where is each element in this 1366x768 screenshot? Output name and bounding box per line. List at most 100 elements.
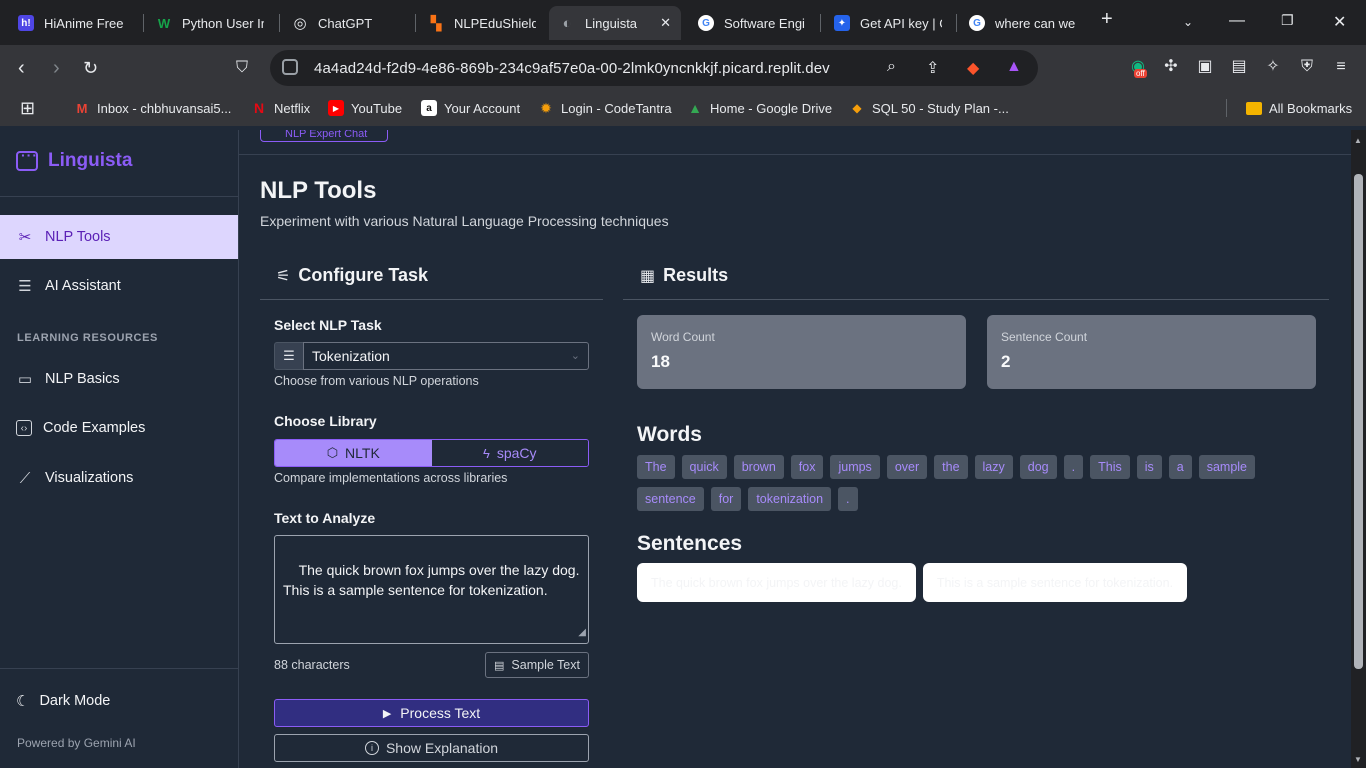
process-text-button[interactable]: ▶ Process Text <box>274 699 589 727</box>
page-subtitle: Experiment with various Natural Language… <box>260 213 669 229</box>
info-icon: i <box>364 741 379 755</box>
browser-tab[interactable]: W Python User In <box>146 6 274 40</box>
new-tab-icon[interactable]: + <box>1101 8 1113 31</box>
browser-tab[interactable]: h! HiAnime Free <box>8 6 138 40</box>
stat-value: 18 <box>651 352 670 371</box>
chart-icon: ⟋ <box>19 469 31 487</box>
text-input[interactable]: The quick brown fox jumps over the lazy … <box>274 535 589 644</box>
close-tab-icon[interactable]: ✕ <box>652 15 671 31</box>
cube-icon: ⬡ <box>326 445 339 460</box>
resize-grip-icon[interactable]: ◢ <box>578 623 586 643</box>
library-nltk-button[interactable]: ⬡ NLTK <box>275 440 432 466</box>
bookmark-item[interactable]: a Your Account <box>421 98 520 118</box>
scroll-up-icon[interactable]: ▲ <box>1354 136 1362 145</box>
forward-icon[interactable]: › <box>53 55 60 81</box>
tab-title: NLPEduShield <box>454 15 536 31</box>
dark-mode-label: Dark Mode <box>39 693 111 709</box>
bookmark-item[interactable]: ◆ SQL 50 - Study Plan -... <box>849 98 1008 118</box>
browser-tab[interactable]: G where can we <box>959 6 1087 40</box>
bookmark-item[interactable]: ▲ Home - Google Drive <box>687 98 832 118</box>
tab-title: HiAnime Free <box>44 15 124 31</box>
google-favicon-icon: G <box>969 15 985 31</box>
reload-icon[interactable]: ↻ <box>83 55 98 81</box>
leo-ai-icon[interactable]: ✧ <box>1262 56 1284 78</box>
scrollbar-thumb[interactable] <box>1354 174 1363 669</box>
section-label: LEARNING RESOURCES <box>17 332 158 344</box>
sidebar-item-code-examples[interactable]: ‹› Code Examples <box>0 406 238 450</box>
bookmark-label: Netflix <box>274 100 311 116</box>
library-toggle: ⬡ NLTK ϟ spaCy <box>274 439 589 467</box>
heading-text: Results <box>663 265 729 285</box>
nlp-expert-chat-button[interactable]: NLP Expert Chat <box>260 130 388 142</box>
brave-shield-icon[interactable]: ◆ <box>967 58 979 78</box>
sidebar-item-nlp-tools[interactable]: ✂ NLP Tools <box>0 215 238 259</box>
extensions-puzzle-icon[interactable]: ✣ <box>1160 56 1182 78</box>
zoom-icon[interactable]: ⌕ <box>887 58 896 76</box>
brave-rewards-icon[interactable]: ▲ <box>1006 58 1022 76</box>
chevron-down-icon: ⌄ <box>570 350 580 362</box>
words-title: Words <box>637 423 702 446</box>
main-content: NLP Expert Chat NLP Tools Experiment wit… <box>239 130 1351 768</box>
all-bookmarks-folder[interactable]: All Bookmarks <box>1246 98 1352 118</box>
bookmark-label: Login - CodeTantra <box>561 100 672 116</box>
text-to-analyze-label: Text to Analyze <box>274 510 376 526</box>
back-icon[interactable]: ‹ <box>18 55 25 81</box>
bookmark-star-icon[interactable]: ⛉ <box>236 55 248 81</box>
bookmark-item[interactable]: N Netflix <box>251 98 310 118</box>
tab-search-chevron-icon[interactable]: ⌄ <box>1183 15 1193 29</box>
restore-icon[interactable]: ❐ <box>1281 12 1294 29</box>
moon-icon: ☾ <box>16 693 30 710</box>
sidebar-icon[interactable]: ▣ <box>1194 56 1216 78</box>
extension-badge: off <box>1134 69 1147 78</box>
browser-tab[interactable]: ✦ Get API key | G <box>824 6 952 40</box>
show-explanation-button[interactable]: i Show Explanation <box>274 734 589 762</box>
tab-title: Get API key | G <box>860 15 942 31</box>
stat-label: Word Count <box>651 330 715 344</box>
scroll-down-icon[interactable]: ▼ <box>1354 755 1362 764</box>
word-token: jumps <box>830 455 880 479</box>
site-settings-icon[interactable] <box>282 59 298 75</box>
app-sidebar: Linguista ✂ NLP Tools ☰ AI Assistant LEA… <box>0 130 239 768</box>
share-icon[interactable]: ⇪ <box>926 58 939 78</box>
sidebar-item-ai-assistant[interactable]: ☰ AI Assistant <box>0 264 238 308</box>
sidebar-item-visualizations[interactable]: ⟋ Visualizations <box>0 456 238 500</box>
stat-value: 2 <box>1001 352 1011 371</box>
library-spacy-button[interactable]: ϟ spaCy <box>431 440 588 466</box>
word-token: This <box>1090 455 1130 479</box>
bookmark-item[interactable]: ▶ YouTube <box>328 98 402 118</box>
browser-tab[interactable]: G Software Engi <box>688 6 816 40</box>
bookmark-item[interactable]: ✹ Login - CodeTantra <box>538 98 672 118</box>
leetcode-icon: ◆ <box>852 101 862 115</box>
hianime-favicon-icon: h! <box>18 15 34 31</box>
bookmark-label: Your Account <box>444 100 521 116</box>
close-window-icon[interactable]: ✕ <box>1333 12 1346 32</box>
browser-tab[interactable]: ▚ NLPEduShield <box>418 6 546 40</box>
brand[interactable]: Linguista <box>16 147 133 172</box>
browser-toolbar: ‹ › ↻ ⛉ 4a4ad24d-f2d9-4e86-869b-234c9af5… <box>0 45 1366 91</box>
brand-name: Linguista <box>48 150 133 171</box>
select-task-label: Select NLP Task <box>274 317 382 333</box>
task-select-value[interactable]: Tokenization ⌄ <box>303 342 589 370</box>
menu-icon[interactable]: ≡ <box>1330 56 1352 78</box>
url-text[interactable]: 4a4ad24d-f2d9-4e86-869b-234c9af57e0a-00-… <box>314 60 830 77</box>
bookmark-item[interactable]: M Inbox - chbhuvansai5... <box>74 98 232 118</box>
dark-mode-toggle[interactable]: ☾ Dark Mode <box>16 692 110 710</box>
vpn-shield-icon[interactable]: ⛨ <box>1296 56 1318 78</box>
minimize-icon[interactable]: — <box>1229 12 1245 30</box>
bookmark-label: Inbox - chbhuvansai5... <box>97 100 232 116</box>
sentence-token: This is a sample sentence for tokenizati… <box>922 563 1188 602</box>
word-token: brown <box>733 455 784 479</box>
task-select[interactable]: ☰ Tokenization ⌄ <box>274 342 589 370</box>
sidebar-item-nlp-basics[interactable]: ▭ NLP Basics <box>0 357 238 401</box>
address-bar[interactable]: 4a4ad24d-f2d9-4e86-869b-234c9af57e0a-00-… <box>270 50 1038 86</box>
sample-text-button[interactable]: ▤ Sample Text <box>485 652 589 678</box>
wallet-icon[interactable]: ▤ <box>1228 56 1250 78</box>
sentence-token: The quick brown fox jumps over the lazy … <box>637 563 916 602</box>
chatgpt-favicon-icon: ◎ <box>293 15 307 32</box>
browser-tab-active[interactable]: ◐ Linguista ✕ <box>549 6 681 40</box>
page-scrollbar[interactable]: ▲ ▼ <box>1351 130 1366 768</box>
apps-grid-icon[interactable]: ⊞ <box>20 98 35 118</box>
word-token: lazy <box>974 455 1013 479</box>
browser-tab[interactable]: ◎ ChatGPT <box>282 6 412 40</box>
lightning-icon: ϟ <box>482 445 490 461</box>
